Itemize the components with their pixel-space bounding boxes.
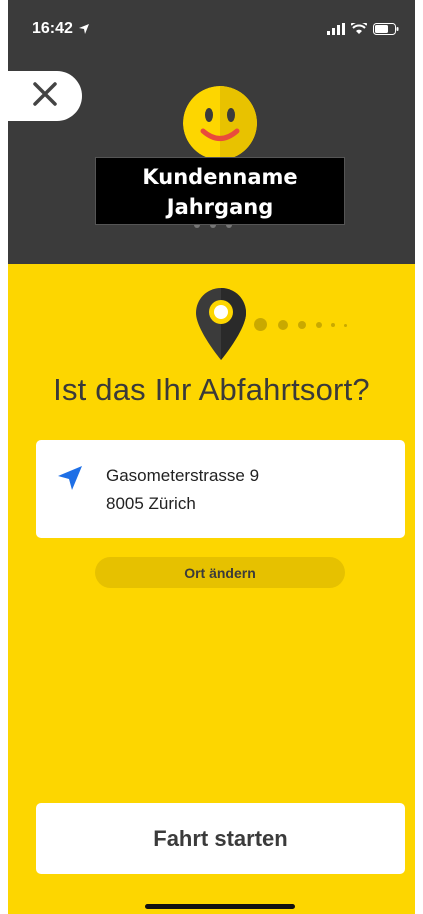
close-button[interactable] [8,71,82,121]
customer-birth-year: Jahrgang [166,195,274,219]
location-pin-icon [196,288,246,365]
smiley-avatar [183,86,257,160]
battery-icon [373,22,399,40]
progress-dot [278,320,288,330]
page-title: Ist das Ihr Abfahrtsort? [53,372,370,407]
progress-dot [331,323,335,327]
address-city: 8005 Zürich [106,494,196,513]
header: 16:42 Kundenname Jahrgang [8,0,415,264]
signal-icon [327,22,345,40]
customer-name-label: Kundenname Jahrgang [95,157,345,225]
address-card[interactable]: Gasometerstrasse 9 8005 Zürich [36,440,405,538]
progress-dot [316,322,322,328]
close-icon [32,81,58,112]
progress-dot [254,318,267,331]
app-screen: 16:42 Kundenname Jahrgang Ist das Ihr Ab… [8,0,415,914]
step-progress [196,288,376,360]
start-ride-button[interactable]: Fahrt starten [36,803,405,874]
progress-dot [344,323,347,327]
status-icons [327,20,399,40]
navigation-arrow-icon [56,464,84,497]
home-indicator[interactable] [145,904,295,909]
change-location-button[interactable]: Ort ändern [95,557,345,588]
address-street: Gasometerstrasse 9 [106,466,260,485]
status-time: 16:42 [32,20,73,37]
wifi-icon [350,20,368,40]
location-arrow-icon [78,22,90,40]
status-bar: 16:42 [8,0,415,52]
customer-name: Kundenname [142,165,298,189]
progress-dot [298,321,306,329]
